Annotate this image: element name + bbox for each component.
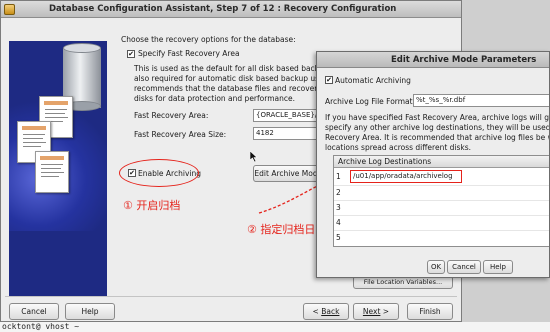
automatic-archiving-label: Automatic Archiving [335,76,411,85]
destination-path: /u01/app/oradata/archivelog [353,172,453,180]
table-row[interactable]: 5 [334,230,549,244]
table-row[interactable]: 3 [334,200,549,214]
destinations-header: Archive Log Destinations [338,157,432,166]
archive-info-line: locations spread across different disks. [325,143,472,152]
dialog-title: Edit Archive Mode Parameters [391,55,537,65]
log-format-label: Archive Log File Format [325,97,413,106]
log-format-input[interactable]: %t_%s_%r.dbf [413,94,549,107]
row-number: 5 [336,233,341,242]
dialog-ok-button[interactable]: OK [427,260,445,274]
row-number: 1 [336,172,341,181]
row-number: 2 [336,188,341,197]
dialog-cancel-button[interactable]: Cancel [447,260,481,274]
archive-info-line: specify any other archive log destinatio… [325,123,550,132]
dialog-titlebar[interactable]: Edit Archive Mode Parameters [317,52,549,68]
row-number: 3 [336,203,341,212]
row-number: 4 [336,218,341,227]
destination-1-input[interactable]: /u01/app/oradata/archivelog [350,170,462,183]
archive-destinations-table: Archive Log Destinations 1 /u01/app/orad… [333,155,549,247]
terminal-strip: ocktont@ vhost ~ [0,322,550,332]
automatic-archiving-checkbox[interactable]: ✔ [325,76,333,84]
table-row[interactable]: 4 [334,215,549,229]
edit-archive-mode-dialog: Edit Archive Mode Parameters ✔ Automatic… [316,51,550,278]
table-row[interactable]: 2 [334,185,549,199]
table-row[interactable]: 1 /u01/app/oradata/archivelog [334,169,549,184]
dialog-help-button[interactable]: Help [483,260,513,274]
archive-info-line: Recovery Area. It is recommended that ar… [325,133,550,142]
archive-info-line: If you have specified Fast Recovery Area… [325,113,550,122]
table-header: Archive Log Destinations [334,156,549,168]
terminal-line: ocktont@ vhost ~ [2,322,80,331]
